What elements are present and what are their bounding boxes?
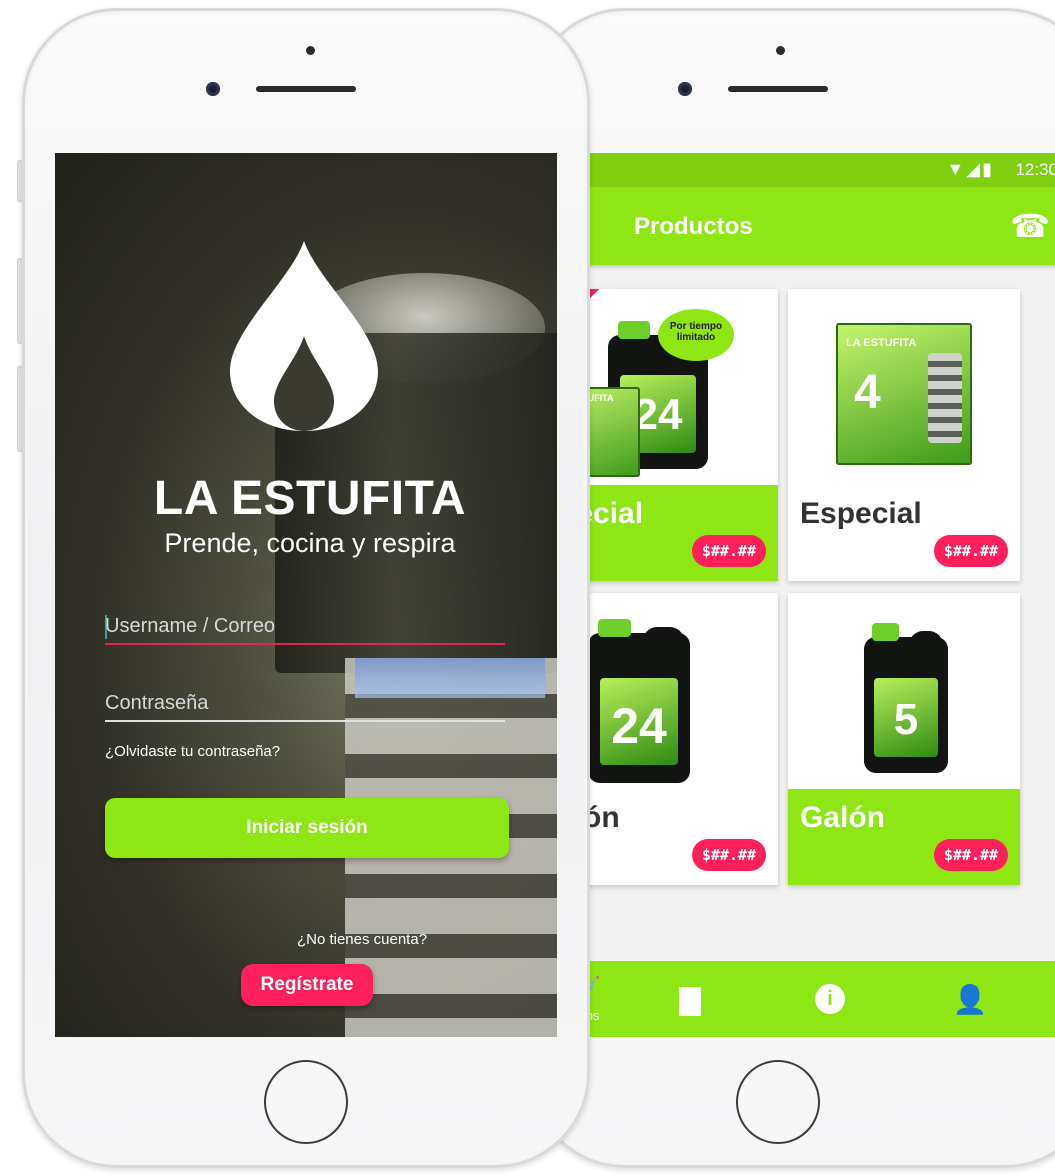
bottom-navigation: 🛒 uctos ▇ i 👤 [560,961,1055,1037]
product-card-especial[interactable]: LA ESTUFITA 4 Especial $##.## [788,289,1020,581]
product-name: Galón [800,801,886,834]
gallon-jug-image: 24 [588,619,690,783]
field-underline [105,643,505,645]
signal-icons: ▼◢▮ [946,159,994,179]
login-screen: LA ESTUFITA Prende, cocina y respira Use… [55,153,557,1037]
box-product-image: LA ESTUFITA 4 [836,323,972,465]
phone-icon[interactable]: ☎ [1010,207,1050,245]
sensor-dot [776,46,785,55]
price-badge: $##.## [933,839,1008,871]
gallon-jug-image: 5 [864,623,948,773]
username-field[interactable]: Username / Correo [105,611,505,645]
status-time: 12:30 [1015,160,1055,179]
product-image: LA ESTUFITA 4 [788,289,1020,485]
price-badge: $##.## [933,535,1008,567]
product-card-galon-24[interactable]: 24 alón $##.## [560,593,778,885]
home-button[interactable] [264,1060,348,1144]
user-icon: 👤 [952,983,988,1015]
price-badge: $##.## [691,839,766,871]
sensor-dot [306,46,315,55]
product-image: 5 [788,593,1020,789]
product-image: 24 [560,593,778,789]
brand-title: LA ESTUFITA [153,472,467,525]
limited-time-badge: Por tiempo limitado [658,309,734,361]
nav-profile[interactable]: 👤 [940,961,1000,1037]
password-field[interactable]: Contraseña [105,688,505,722]
earpiece-speaker [728,86,828,92]
register-button[interactable]: Regístrate [241,964,373,1006]
status-bar: ▼◢▮ 12:30 [560,153,1055,187]
password-placeholder: Contraseña [105,692,209,714]
price-badge: $##.## [691,535,766,567]
phone-frame-right: ▼◢▮ 12:30 Productos ☎ YA! 24 Por tiempo … [530,8,1055,1168]
front-camera [206,82,220,96]
home-button[interactable] [736,1060,820,1144]
app-bar: Productos ☎ [560,187,1055,265]
gallon-icon: ▇ [679,983,701,1015]
forgot-password-link[interactable]: ¿Olvidaste tu contraseña? [105,743,280,760]
no-account-text: ¿No tienes cuenta? [296,931,428,948]
products-screen: ▼◢▮ 12:30 Productos ☎ YA! 24 Por tiempo … [560,153,1055,1037]
flame-logo-icon [230,241,378,431]
nav-info[interactable]: i [800,961,860,1037]
login-button[interactable]: Iniciar sesión [105,798,509,858]
product-card-galon-5[interactable]: 5 Galón $##.## [788,593,1020,885]
phone-frame-left: LA ESTUFITA Prende, cocina y respira Use… [22,8,590,1168]
product-name: Especial [800,497,922,530]
field-underline [105,720,505,722]
product-image: YA! 24 Por tiempo limitado LA ESTUFITA 4 [560,289,778,485]
product-card-especial-promo[interactable]: YA! 24 Por tiempo limitado LA ESTUFITA 4… [560,289,778,581]
info-icon: i [815,984,845,1014]
earpiece-speaker [256,86,356,92]
front-camera [678,82,692,96]
nav-gallon[interactable]: ▇ [660,961,720,1037]
username-placeholder: Username / Correo [105,615,276,637]
page-title: Productos [634,213,753,240]
brand-subtitle: Prende, cocina y respira [164,528,456,558]
